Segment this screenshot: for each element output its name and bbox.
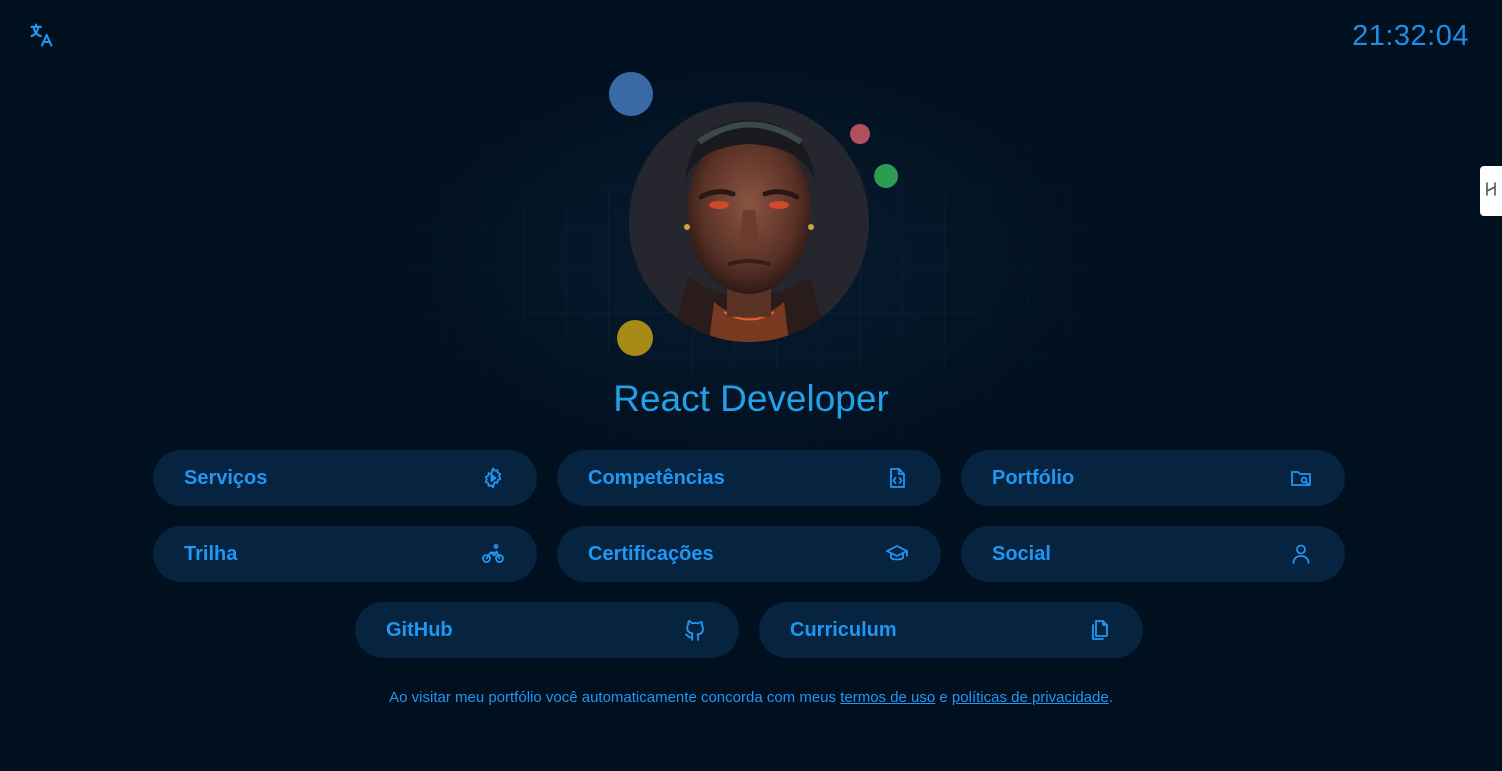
nav-label: Trilha — [184, 542, 238, 565]
footer-end: . — [1108, 689, 1113, 706]
decor-dot-yellow — [617, 320, 653, 356]
bicycle-icon — [481, 542, 505, 566]
nav-button-certificacoes[interactable]: Certificações — [557, 526, 941, 582]
graduation-cap-icon — [885, 542, 909, 566]
github-icon — [683, 618, 707, 642]
user-icon — [1289, 542, 1313, 566]
nav-button-social[interactable]: Social — [961, 526, 1345, 582]
nav-label: Social — [992, 542, 1051, 565]
side-tab[interactable] — [1480, 166, 1502, 216]
decor-dot-green — [874, 164, 898, 188]
collapse-icon — [1484, 180, 1498, 203]
gear-play-icon — [481, 466, 505, 490]
page: 21:32:04 React Developer Serviços Compet… — [0, 0, 1502, 771]
nav-label: Certificações — [588, 542, 714, 565]
nav-button-trilha[interactable]: Trilha — [153, 526, 537, 582]
nav-label: Competências — [588, 466, 725, 489]
avatar — [629, 102, 869, 342]
nav-button-curriculum[interactable]: Curriculum — [759, 602, 1143, 658]
nav-label: GitHub — [386, 618, 453, 641]
privacy-link[interactable]: políticas de privacidade — [952, 689, 1109, 706]
nav-button-github[interactable]: GitHub — [355, 602, 739, 658]
nav-button-competencias[interactable]: Competências — [557, 450, 941, 506]
nav-button-portfolio[interactable]: Portfólio — [961, 450, 1345, 506]
nav-label: Serviços — [184, 466, 268, 489]
nav-label: Curriculum — [790, 618, 897, 641]
nav-label: Portfólio — [992, 466, 1075, 489]
terms-link[interactable]: termos de uso — [840, 689, 935, 706]
code-file-icon — [885, 466, 909, 490]
folder-icon — [1289, 466, 1313, 490]
translate-icon — [28, 21, 56, 54]
copy-document-icon — [1087, 618, 1111, 642]
footer-text: Ao visitar meu portfólio você automatica… — [389, 689, 841, 706]
nav-button-servicos[interactable]: Serviços — [153, 450, 537, 506]
decor-dot-blue — [609, 72, 653, 116]
translate-button[interactable] — [27, 22, 57, 52]
clock: 21:32:04 — [1352, 20, 1469, 52]
footer-consent: Ao visitar meu portfólio você automatica… — [0, 689, 1502, 706]
decor-dot-red — [850, 124, 870, 144]
page-title: React Developer — [613, 378, 889, 419]
footer-connector: e — [935, 689, 952, 706]
